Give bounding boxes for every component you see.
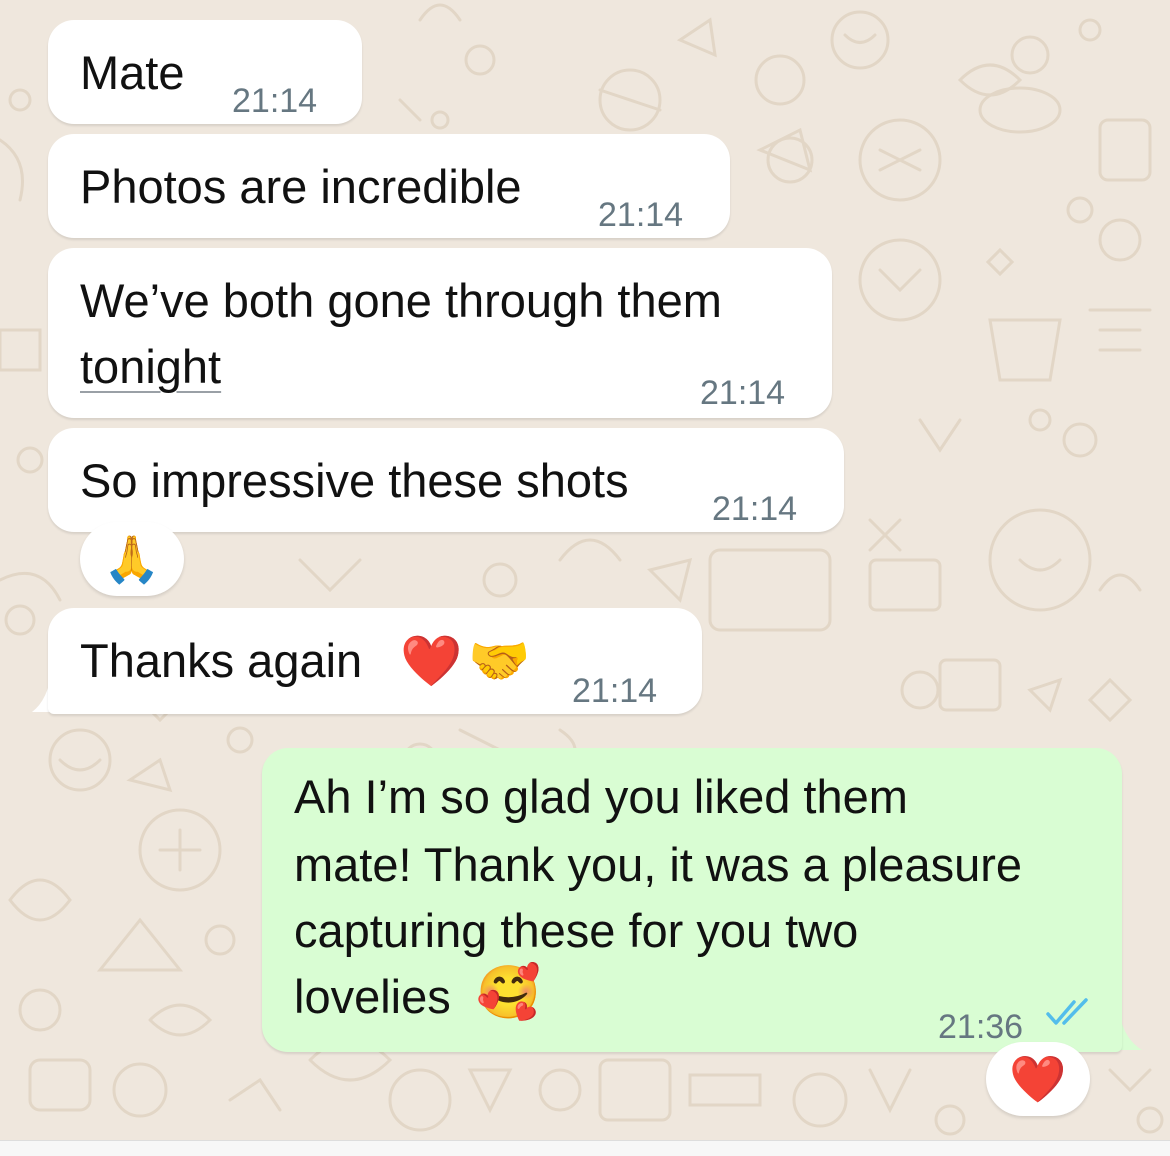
- message-bubble[interactable]: Photos are incredible 21:14: [48, 134, 730, 238]
- double-check-read-icon: [1046, 998, 1088, 1025]
- message-bubble[interactable]: We’ve both gone through them tonight 21:…: [48, 248, 832, 418]
- reaction-badge[interactable]: 🙏: [80, 522, 184, 596]
- message-text: Thanks again: [80, 634, 363, 687]
- reply-bubble[interactable]: Ah I’m so glad you liked them mate! Than…: [262, 748, 1122, 1052]
- message-bubble[interactable]: Mate 21:14: [48, 20, 362, 124]
- message-timestamp: 21:14: [232, 82, 318, 120]
- message-text-line-1: We’ve both gone through them: [80, 274, 722, 327]
- folded-hands-emoji: 🙏: [103, 532, 161, 585]
- message-timestamp: 21:14: [572, 672, 658, 710]
- handshake-emoji: 🤝: [468, 633, 531, 689]
- reply-text-line-3: capturing these for you two: [294, 904, 859, 957]
- bottom-bar-edge: [0, 1140, 1170, 1156]
- reply-text-line-2: mate! Thank you, it was a pleasure: [294, 838, 1023, 891]
- message-text: Mate: [80, 46, 185, 99]
- message-timestamp: 21:14: [700, 374, 786, 412]
- message-text: Photos are incredible: [80, 160, 522, 213]
- smiling-face-hearts-emoji: 🥰: [476, 964, 541, 1022]
- message-timestamp: 21:14: [598, 196, 684, 234]
- message-bubble[interactable]: Thanks again ❤️ 🤝 21:14: [48, 608, 702, 714]
- reaction-badge[interactable]: ❤️: [986, 1042, 1090, 1116]
- message-text: So impressive these shots: [80, 454, 629, 507]
- message-bubble[interactable]: So impressive these shots 21:14: [48, 428, 844, 532]
- reply-text-line-1: Ah I’m so glad you liked them: [294, 770, 908, 823]
- red-heart-emoji: ❤️: [400, 633, 463, 689]
- red-heart-emoji: ❤️: [1009, 1052, 1067, 1105]
- message-text-link[interactable]: tonight: [80, 334, 221, 400]
- reply-text-line-4: lovelies: [294, 970, 451, 1023]
- message-timestamp: 21:14: [712, 490, 798, 528]
